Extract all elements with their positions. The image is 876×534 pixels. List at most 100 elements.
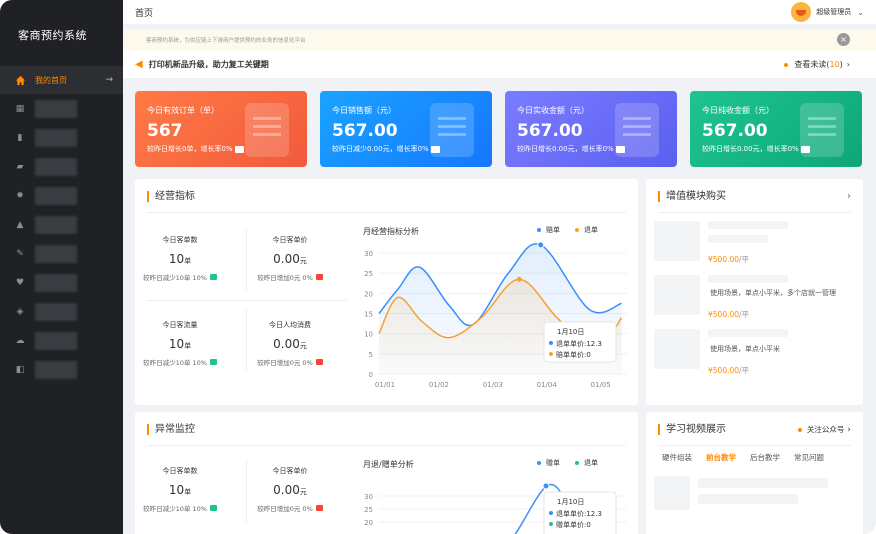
page-title: 首页 bbox=[135, 8, 154, 19]
monthly-return-chart[interactable]: 20 25 30 1月10日退单单价:12.3 赠单单价:0 bbox=[361, 472, 631, 534]
monthly-ops-chart[interactable]: 0 5 10 15 20 25 30 01/01 01/02 01/03 01/04 01/05 1月1… bbox=[361, 239, 631, 399]
sidebar-item-label-blurred bbox=[35, 158, 77, 176]
view-unread-link[interactable]: 查看未读(10) › bbox=[784, 59, 850, 70]
module-price-value: ¥500.00 bbox=[708, 366, 740, 375]
video-thumbnail[interactable] bbox=[654, 476, 690, 510]
trend-icon bbox=[430, 145, 440, 153]
stat-card-sub: 较昨日增长0.00元，增长率0% bbox=[517, 144, 625, 154]
sidebar-item[interactable]: ▦ bbox=[0, 95, 123, 123]
follow-link[interactable]: 关注公众号 › bbox=[797, 424, 851, 435]
sidebar-item-label-blurred bbox=[35, 361, 77, 379]
legend-dot bbox=[537, 228, 541, 232]
chart-title: 月退/赠单分析 bbox=[363, 460, 414, 469]
sidebar-item[interactable]: ◧ bbox=[0, 356, 123, 384]
sidebar-item-label-blurred bbox=[35, 100, 77, 118]
sidebar: 客商预约系统 我的首页 → ▦ ▮ ▰ ✹ ▲ ✎ ♥ ◈ ☁ ◧ bbox=[0, 0, 123, 534]
sidebar-item-home[interactable]: 我的首页 → bbox=[0, 66, 123, 94]
x-tick-label: 01/03 bbox=[483, 381, 503, 389]
module-thumbnail[interactable] bbox=[654, 329, 700, 369]
trend-icon bbox=[615, 145, 625, 153]
top-bar: 首页 超级管理员 ⌄ bbox=[123, 0, 876, 24]
notice-text: 客商预约系统，为供应链上下游商户提供预约的业务的信息化平台 bbox=[146, 38, 306, 44]
stat-card-sub: 较昨日减少0.00元，增长率0% bbox=[332, 144, 440, 154]
close-icon[interactable]: × bbox=[837, 33, 850, 46]
stat-card-value: 567 bbox=[147, 121, 183, 141]
module-price-value: ¥500.00 bbox=[708, 255, 740, 264]
unread-dot bbox=[784, 62, 789, 67]
sidebar-item[interactable]: ✎ bbox=[0, 240, 123, 268]
metric-compare: 较昨日增加0元 0% bbox=[240, 272, 340, 282]
tab-hardware[interactable]: 硬件组装 bbox=[662, 452, 692, 463]
avatar[interactable] bbox=[791, 2, 812, 22]
module-price-unit: /平 bbox=[739, 310, 750, 319]
sidebar-item[interactable]: ☁ bbox=[0, 327, 123, 355]
book-icon: ▰ bbox=[16, 162, 24, 172]
trend-down-icon bbox=[209, 274, 217, 280]
legend-item: 退单 bbox=[575, 458, 598, 468]
sidebar-item-label-blurred bbox=[35, 303, 77, 321]
tab-faq[interactable]: 常见问题 bbox=[794, 452, 824, 463]
sidebar-item[interactable]: ◈ bbox=[0, 298, 123, 326]
stat-card-sales[interactable]: 今日销售额（元） 567.00 较昨日减少0.00元，增长率0% bbox=[320, 91, 492, 167]
y-tick-label: 30 bbox=[364, 493, 373, 501]
stat-card-sub-text: 较昨日减少0.00元，增长率0% bbox=[332, 145, 429, 153]
announcement-text: 打印机新品升级，助力复工关键期 bbox=[148, 60, 269, 69]
legend-dot bbox=[537, 461, 541, 465]
legend-item: 退单 bbox=[575, 225, 598, 235]
divider bbox=[147, 300, 347, 301]
module-name-placeholder bbox=[708, 329, 788, 337]
sidebar-item-label-blurred bbox=[35, 129, 77, 147]
metric-number: 10 bbox=[168, 337, 185, 351]
metric-number: 0.00 bbox=[273, 252, 300, 266]
module-name-placeholder bbox=[708, 235, 768, 243]
follow-label: 关注公众号 bbox=[806, 425, 845, 434]
x-tick-label: 01/02 bbox=[429, 381, 449, 389]
module-description: 使用场景，单点小平米，多个店就一管理 bbox=[710, 289, 836, 297]
metric-orders: 今日客单数 10单 较昨日减少10单 10% bbox=[130, 235, 230, 282]
divider bbox=[658, 445, 851, 446]
module-price-value: ¥500.00 bbox=[708, 310, 740, 319]
sidebar-item-label-blurred bbox=[35, 187, 77, 205]
sidebar-item[interactable]: ✹ bbox=[0, 182, 123, 210]
metric-traffic: 今日客流量 10单 较昨日减少10单 10% bbox=[130, 320, 230, 367]
divider bbox=[147, 212, 626, 213]
stat-card-net[interactable]: 今日纯收金额（元） 567.00 较昨日增长0.00元，增长率0% bbox=[690, 91, 862, 167]
metric-number: 10 bbox=[168, 252, 185, 266]
metric-compare-text: 较昨日增加0元 0% bbox=[257, 359, 313, 367]
bell-icon: ▲ bbox=[16, 220, 24, 230]
metric-compare-text: 较昨日增加0元 0% bbox=[257, 274, 313, 282]
module-thumbnail[interactable] bbox=[654, 221, 700, 261]
sidebar-item[interactable]: ▮ bbox=[0, 124, 123, 152]
sidebar-item-label-blurred bbox=[35, 216, 77, 234]
module-thumbnail[interactable] bbox=[654, 275, 700, 315]
chevron-right-icon[interactable]: › bbox=[847, 191, 851, 202]
tooltip-dot bbox=[549, 522, 553, 526]
metric-compare: 较昨日减少10单 10% bbox=[130, 357, 230, 367]
stat-card-title: 今日销售额（元） bbox=[332, 106, 396, 115]
sidebar-item-label: 我的首页 bbox=[35, 75, 67, 85]
tooltip-row: 退单单价:12.3 bbox=[556, 509, 602, 518]
user-menu[interactable]: 超级管理员 ⌄ bbox=[791, 2, 864, 22]
stat-card-orders[interactable]: 今日有效订单（单） 567 较昨日增长0单，增长率0% bbox=[135, 91, 307, 167]
metric-number: 0.00 bbox=[273, 483, 300, 497]
sidebar-item[interactable]: ▰ bbox=[0, 153, 123, 181]
stat-card-received[interactable]: 今日实收金额（元） 567.00 较昨日增长0.00元，增长率0% bbox=[505, 91, 677, 167]
sidebar-item[interactable]: ▲ bbox=[0, 211, 123, 239]
metric-value: 0.00元 bbox=[240, 483, 340, 497]
user-name: 超级管理员 bbox=[816, 8, 852, 16]
tab-backend[interactable]: 后台教学 bbox=[750, 452, 780, 463]
chevron-right-icon: › bbox=[846, 60, 850, 69]
legend-label: 赠单 bbox=[546, 459, 560, 467]
sidebar-item-label-blurred bbox=[35, 274, 77, 292]
tab-frontdesk[interactable]: 前台教学 bbox=[706, 452, 736, 463]
y-tick-label: 0 bbox=[369, 371, 373, 379]
monitor-panel: 异常监控 今日客单数 10单 较昨日减少10单 10% 今日客单价 0.00元 … bbox=[135, 412, 638, 534]
sidebar-item[interactable]: ♥ bbox=[0, 269, 123, 297]
arrow-right-icon: → bbox=[105, 75, 113, 85]
unread-count: 10 bbox=[829, 60, 840, 69]
sidebar-menu: 我的首页 → ▦ ▮ ▰ ✹ ▲ ✎ ♥ ◈ ☁ ◧ bbox=[0, 66, 123, 385]
metric-label: 今日人均消费 bbox=[269, 321, 311, 329]
x-tick-label: 01/05 bbox=[591, 381, 611, 389]
y-tick-label: 20 bbox=[364, 290, 373, 298]
metric-label: 今日客单价 bbox=[272, 467, 308, 475]
